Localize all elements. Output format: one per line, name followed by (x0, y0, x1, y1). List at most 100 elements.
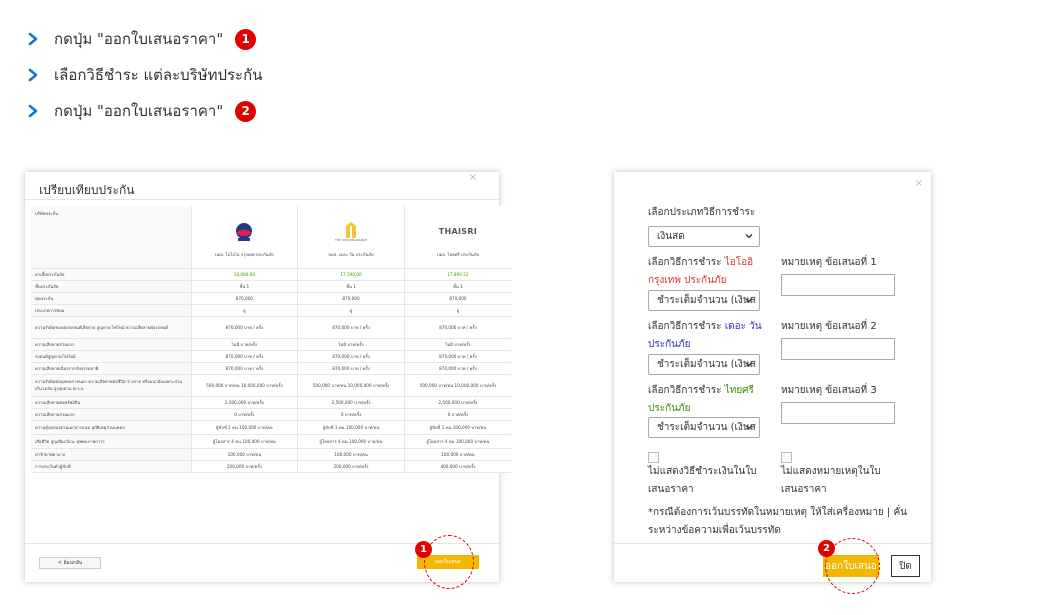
row-value: 870,000 (190, 292, 298, 305)
compare-row: ความคุ้มครองตามเอกสารแนบ อุบัติเหตุส่วนบ… (31, 420, 511, 435)
row-value: ไม่มี บาท/ครั้ง (297, 338, 405, 351)
payment-method-select-3[interactable]: ชำระเต็มจำนวน (เงินส (648, 417, 760, 438)
row-value: 500,000 บาท/คน 10,000,000 บาท/ครั้ง (297, 374, 405, 397)
row-value: 17,590.00 (297, 268, 405, 281)
compare-row: ความรับผิดต่อบุคคลภายนอก ความเสียหายต่อช… (31, 374, 511, 397)
compare-row: การประกันตัวผู้ขับขี่ 200,000 บาท/ครั้ง 20… (31, 460, 511, 473)
step-text: เลือกวิธีชำระ แต่ละบริษัทประกัน (54, 66, 263, 84)
compare-insurance-modal: × เปรียบเทียบประกัน บริษัทประกัน บมจ. ไอ… (25, 172, 511, 582)
method-type-select[interactable]: เงินสด (648, 226, 760, 247)
step-3: กดปุ่ม "ออกใบเสนอราคา" 2 (26, 100, 262, 122)
note-input-1[interactable] (781, 274, 895, 296)
row-value: 500,000 บาท/คน 10,000,000 บาท/ครั้ง (190, 374, 298, 397)
row-label: ความเสียหายเนื่องจากภัยธรรมชาติ (31, 362, 191, 375)
row-label: รถยนต์สูญหาย/ไฟไหม้ (31, 350, 191, 363)
compare-row: ทุนประกัน 870,000 870,000 870,000 (31, 292, 511, 305)
hide-payment-label: ไม่แสดงวิธีชำระเงินในใบเสนอราคา (648, 466, 757, 495)
chevron-down-icon (745, 425, 753, 430)
row-value: ชั้น 1 (297, 280, 405, 293)
chevron-right-icon (26, 104, 40, 118)
chevron-right-icon (26, 32, 40, 46)
back-button[interactable]: < ย้อนกลับ (39, 557, 101, 569)
chevron-down-icon (745, 234, 753, 239)
row-value: 2,500,000 บาท/ครั้ง (403, 396, 511, 409)
row-value: 0 บาท/ครั้ง (297, 408, 405, 421)
row-value: 400,000 บาท/ครั้ง (403, 460, 511, 473)
close-icon[interactable]: × (915, 178, 923, 189)
step-2: เลือกวิธีชำระ แต่ละบริษัทประกัน (26, 64, 262, 86)
step-text: กดปุ่ม "ออกใบเสนอราคา" (54, 102, 224, 120)
row-value: ผู้ขับขี่ 1 คน 100,000 บาท/คน (297, 420, 405, 435)
hide-payment-checkbox[interactable] (648, 452, 659, 463)
compare-row: ความเสียหายส่วนแรก ไม่มี บาท/ครั้ง ไม่มี บ… (31, 338, 511, 351)
logo-text: THE ONE INSURANCE (335, 237, 367, 242)
row-label: ความเสียหายต่อทรัพย์สิน (31, 396, 191, 409)
row-value: ชั้น 1 (403, 280, 511, 293)
method-type-label: เลือกประเภทวิธีการชำระ (648, 207, 756, 218)
select-value: ชำระเต็มจำนวน (เงินส (657, 359, 756, 370)
row-label: ความรับผิดชอบต่อรถยนต์เสียหาย สูญหาย ไฟไ… (31, 316, 191, 339)
note-input-2[interactable] (781, 338, 895, 360)
row-label: ค่ารักษาพยาบาล (31, 448, 191, 461)
company-header: บริษัทประกัน (31, 206, 191, 269)
step-1: กดปุ่ม "ออกใบเสนอราคา" 1 (26, 28, 262, 50)
hide-note-label: ไม่แสดงหมายเหตุในใบเสนอราคา (781, 466, 881, 495)
chevron-down-icon (745, 362, 753, 367)
callout-number-2: 2 (818, 540, 835, 557)
row-value: อู่ (403, 304, 511, 317)
row-value: 100,000 บาท/คน (297, 448, 405, 461)
payment-method-select-1[interactable]: ชำระเต็มจำนวน (เงินส (648, 290, 760, 311)
row-value: ผู้ขับขี่ 1 คน 100,000 บาท/คน (190, 420, 298, 435)
row-label: ความรับผิดต่อบุคคลภายนอก ความเสียหายต่อช… (31, 374, 191, 397)
line-break-warning: *กรณีต้องการเว้นบรรทัดในหมายเหตุ ให้ใส่เ… (648, 507, 907, 536)
note-input-3[interactable] (781, 402, 895, 424)
row-label: ความเสียหายส่วนแรก (31, 338, 191, 351)
row-label: ความคุ้มครองตามเอกสารแนบ อุบัติเหตุส่วนบ… (31, 420, 191, 435)
chevron-down-icon (745, 298, 753, 303)
row-value: 2,500,000 บาท/ครั้ง (297, 396, 405, 409)
row-value: ผู้โดยสาร 4 คน 100,000 บาท/คน (403, 434, 511, 449)
row-value: 870,000 บาท / ครั้ง (297, 350, 405, 363)
callout-number-1: 1 (415, 541, 432, 558)
close-icon[interactable]: × (469, 172, 477, 183)
row-value: 870,000 บาท / ครั้ง (190, 316, 298, 339)
company-name: บมจ. ไทยศรี ประกันภัย (436, 251, 479, 257)
row-label: ชั้นประกันภัย (31, 280, 191, 293)
compare-row: ค่ารักษาพยาบาล 100,000 บาท/คน 100,000 บาท/… (31, 448, 511, 461)
row-value: 870,000 บาท / ครั้ง (297, 316, 405, 339)
row-value: ไม่มี บาท/ครั้ง (190, 338, 298, 351)
note-label-2: หมายเหตุ ข้อเสนอที่ 2 (781, 321, 877, 332)
compare-table: บริษัทประกัน บมจ. ไอโอไอ กรุงเทพ ประกันภ… (31, 206, 511, 473)
row-value: 0 บาท/ครั้ง (190, 408, 298, 421)
logo-text: THAISRI (438, 227, 478, 236)
row-value: 100,000 บาท/คน (190, 448, 298, 461)
row-label: เสียชีวิต สูญเสียอวัยวะ ทุพพลภาพถาวร (31, 434, 191, 449)
row-value: 200,000 บาท/ครั้ง (297, 460, 405, 473)
payment-method-label-2: เลือกวิธีการชำระ เดอะ วัน ประกันภัย (648, 318, 768, 354)
close-button[interactable]: ปิด (891, 555, 920, 577)
step-number-badge: 2 (235, 100, 257, 122)
row-value: 870,000 บาท / ครั้ง (297, 362, 405, 375)
compare-row: ความเสียหายเนื่องจากภัยธรรมชาติ 870,000 บ… (31, 362, 511, 375)
compare-row: รถยนต์สูญหาย/ไฟไหม้ 870,000 บาท / ครั้ง 87… (31, 350, 511, 363)
row-value: ผู้โดยสาร 4 คน 100,000 บาท/คน (190, 434, 298, 449)
row-label: ประเภทการซ่อม (31, 304, 191, 317)
company-cell: บมจ. ไอโอไอ กรุงเทพ ประกันภัย (190, 206, 298, 269)
highlight-circle-1 (424, 535, 474, 589)
payment-modal: × เลือกประเภทวิธีการชำระ เงินสด เลือกวิธ… (614, 172, 931, 582)
ioi-logo (196, 217, 294, 247)
row-value: ผู้โดยสาร 4 คน 100,000 บาท/คน (297, 434, 405, 449)
step-text: กดปุ่ม "ออกใบเสนอราคา" (54, 30, 224, 48)
row-value: ผู้ขับขี่ 1 คน 100,000 บาท/คน (403, 420, 511, 435)
payment-method-select-2[interactable]: ชำระเต็มจำนวน (เงินส (648, 354, 760, 375)
note-label-1: หมายเหตุ ข้อเสนอที่ 1 (781, 257, 877, 268)
row-value: 870,000 บาท / ครั้ง (190, 350, 298, 363)
hide-note-checkbox[interactable] (781, 452, 792, 463)
instruction-steps: กดปุ่ม "ออกใบเสนอราคา" 1 เลือกวิธีชำระ แ… (26, 28, 262, 136)
divider (25, 199, 499, 200)
compare-row: ความรับผิดชอบต่อรถยนต์เสียหาย สูญหาย ไฟไ… (31, 316, 511, 339)
compare-row: ประเภทการซ่อม อู่ อู่ อู่ (31, 304, 511, 317)
row-value: 500,000 บาท/คน 10,000,000 บาท/ครั้ง (403, 374, 511, 397)
row-value: 870,000 บาท / ครั้ง (403, 316, 511, 339)
row-label: การประกันตัวผู้ขับขี่ (31, 460, 191, 473)
